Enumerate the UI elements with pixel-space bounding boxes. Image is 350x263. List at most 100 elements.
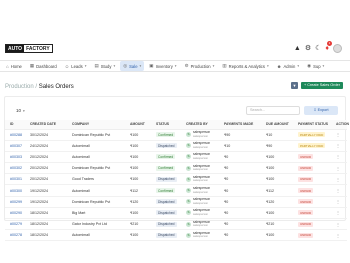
- action-cell: ⋮: [331, 196, 347, 208]
- avatar[interactable]: [333, 44, 342, 53]
- nav-item-study[interactable]: ▤ Study ▾: [91, 61, 118, 71]
- order-id-link[interactable]: #00302: [5, 162, 25, 175]
- created-by-name-block: salesperson salesperson: [193, 220, 210, 228]
- bell-icon[interactable]: ♦ 1: [325, 41, 332, 53]
- amount: ₹112: [125, 184, 151, 197]
- search-input[interactable]: Search...: [246, 106, 300, 115]
- amount: ₹100: [125, 129, 151, 141]
- more-vertical-icon[interactable]: ⋮: [336, 143, 340, 148]
- status-cell: Confirmed: [151, 151, 181, 164]
- company-name: Automimall: [67, 151, 125, 164]
- table-row[interactable]: #00299 19/12/2024 Dominican Republic Pvt ₹1…: [5, 196, 347, 208]
- more-vertical-icon[interactable]: ⋮: [336, 154, 340, 159]
- amount: ₹100: [125, 173, 151, 186]
- created-by-role: salesperson: [193, 133, 209, 138]
- payment-status-badge: PARTIALLY PAID: [298, 132, 326, 138]
- created-by-cell: Ssalesperson salesperson: [181, 196, 219, 208]
- app-logo[interactable]: AUTO FACTORY: [5, 44, 53, 53]
- order-id-link[interactable]: #00300: [5, 184, 25, 197]
- order-id-link[interactable]: #00288: [5, 129, 25, 141]
- due-amount: ₹90: [261, 140, 293, 152]
- table-row[interactable]: #00301 20/12/2024 Good Traders ₹100 Dispatch…: [5, 173, 347, 186]
- settings-icon[interactable]: ⚙: [305, 44, 311, 53]
- breadcrumb-parent[interactable]: Production: [5, 84, 34, 90]
- created-by-role: salesperson: [193, 234, 209, 239]
- created-date: 20/12/2024: [25, 173, 67, 186]
- table-row[interactable]: #00307 24/12/2024 Automimall ₹100 Dispatched…: [5, 140, 347, 152]
- nav-item-admin[interactable]: ☻ Admin ▾: [274, 62, 302, 71]
- created-by-cell: Ssalesperson salesperson: [181, 162, 219, 175]
- order-id-link[interactable]: #00299: [5, 196, 25, 208]
- created-date: 19/12/2024: [25, 184, 67, 197]
- created-by: Ssalesperson salesperson: [186, 153, 219, 160]
- breadcrumb: Production / Sales Orders: [5, 84, 74, 90]
- created-by: Ssalesperson salesperson: [186, 130, 219, 138]
- order-id-link[interactable]: #00278: [5, 229, 25, 242]
- created-by-name-block: salesperson salesperson: [193, 175, 210, 183]
- due-amount: ₹112: [261, 184, 293, 197]
- order-id-link[interactable]: #00279: [5, 218, 25, 231]
- company-name: Gator Industry Pvt Ltd: [67, 218, 125, 231]
- column-header[interactable]: AMOUNT: [125, 120, 151, 130]
- apps-icon[interactable]: ▲: [294, 44, 301, 53]
- nav-item-leads[interactable]: ☺ Leads ▾: [62, 62, 90, 71]
- order-id-link[interactable]: #00307: [5, 140, 25, 152]
- order-id-link[interactable]: #00303: [5, 151, 25, 164]
- table-row[interactable]: #00290 18/12/2024 Big Mart ₹100 Dispatched Ss…: [5, 207, 347, 220]
- table-row[interactable]: #00303 20/12/2024 Automimall ₹100 Confirmed S…: [5, 151, 347, 164]
- created-by: Ssalesperson salesperson: [186, 175, 219, 183]
- sales-orders-card: 10 ▾ Search... ⇩ Export ID CREATED DATE COM…: [4, 96, 349, 242]
- more-vertical-icon[interactable]: ⋮: [336, 222, 340, 227]
- more-vertical-icon[interactable]: ⋮: [336, 233, 340, 238]
- column-header[interactable]: ACTION: [331, 120, 349, 130]
- export-button[interactable]: ⇩ Export: [304, 106, 338, 115]
- nav-item-dashboard[interactable]: ▦ Dashboard: [27, 61, 60, 71]
- payments-made: ₹0: [219, 162, 261, 175]
- column-header[interactable]: DUE AMOUNT: [261, 120, 293, 130]
- nav-item-label: Dashboard: [36, 63, 57, 69]
- page-size-select[interactable]: 10 ▾: [16, 108, 25, 113]
- table-row[interactable]: #00279 18/12/2024 Gator Industry Pvt Ltd ₹2…: [5, 218, 347, 231]
- table-row[interactable]: #00300 19/12/2024 Automimall ₹112 Confirmed S…: [5, 184, 347, 197]
- more-vertical-icon[interactable]: ⋮: [336, 132, 340, 137]
- nav-item-production[interactable]: ⚙ Production ▾: [182, 61, 218, 71]
- nav-item-home[interactable]: ⌂ Home: [3, 62, 25, 71]
- column-header[interactable]: PAYMENT STATUS: [293, 120, 331, 130]
- nav-item-inventory[interactable]: ▣ Inventory ▾: [146, 61, 179, 71]
- created-date: 24/12/2024: [25, 140, 67, 152]
- column-header[interactable]: COMPANY: [67, 120, 125, 130]
- column-header[interactable]: ID: [5, 120, 25, 130]
- filter-button[interactable]: ▼: [291, 82, 299, 89]
- more-vertical-icon[interactable]: ⋮: [336, 188, 340, 193]
- order-id-link[interactable]: #00290: [5, 207, 25, 220]
- due-amount: ₹210: [261, 218, 293, 231]
- action-cell: ⋮: [331, 140, 347, 152]
- created-date: 20/12/2024: [25, 151, 67, 164]
- table-row[interactable]: #00302 20/12/2024 Dominican Republic Pvt ₹1…: [5, 162, 347, 175]
- created-by-role: salesperson: [193, 178, 209, 183]
- created-date: 20/12/2024: [25, 162, 67, 175]
- create-sales-order-button[interactable]: + Create Sales Order: [301, 82, 343, 89]
- payments-made: ₹0: [219, 196, 261, 208]
- chevron-down-icon: ▾: [266, 64, 269, 68]
- nav-item-label: Home: [10, 63, 22, 69]
- action-cell: ⋮: [331, 173, 347, 186]
- order-id-link[interactable]: #00301: [5, 173, 25, 186]
- table-row[interactable]: #00278 18/12/2024 Automimall ₹100 Dispatched…: [5, 229, 347, 242]
- table-toolbar: 10 ▾ Search... ⇩ Export: [5, 97, 345, 119]
- nav-item-sup[interactable]: ◉ Sup ▾: [304, 61, 327, 71]
- created-by-name-block: salesperson salesperson: [193, 231, 210, 239]
- table-row[interactable]: #00288 30/12/2024 Dominican Republic Pvt ₹1…: [5, 129, 347, 141]
- theme-icon[interactable]: ☾: [315, 44, 321, 53]
- nav-item-sale[interactable]: ◎ Sale ▾: [120, 61, 145, 71]
- column-header[interactable]: CREATED BY: [181, 120, 219, 130]
- column-header[interactable]: STATUS: [151, 120, 181, 130]
- column-header[interactable]: CREATED DATE: [25, 120, 67, 130]
- more-vertical-icon[interactable]: ⋮: [336, 166, 340, 171]
- more-vertical-icon[interactable]: ⋮: [336, 199, 340, 204]
- nav-item-reports-analytics[interactable]: ▥ Reports & Analytics ▾: [219, 61, 271, 71]
- column-header[interactable]: PAYMENTS MADE: [219, 120, 261, 130]
- more-vertical-icon[interactable]: ⋮: [336, 177, 340, 182]
- more-vertical-icon[interactable]: ⋮: [336, 210, 340, 215]
- created-by-role: salesperson: [193, 155, 209, 160]
